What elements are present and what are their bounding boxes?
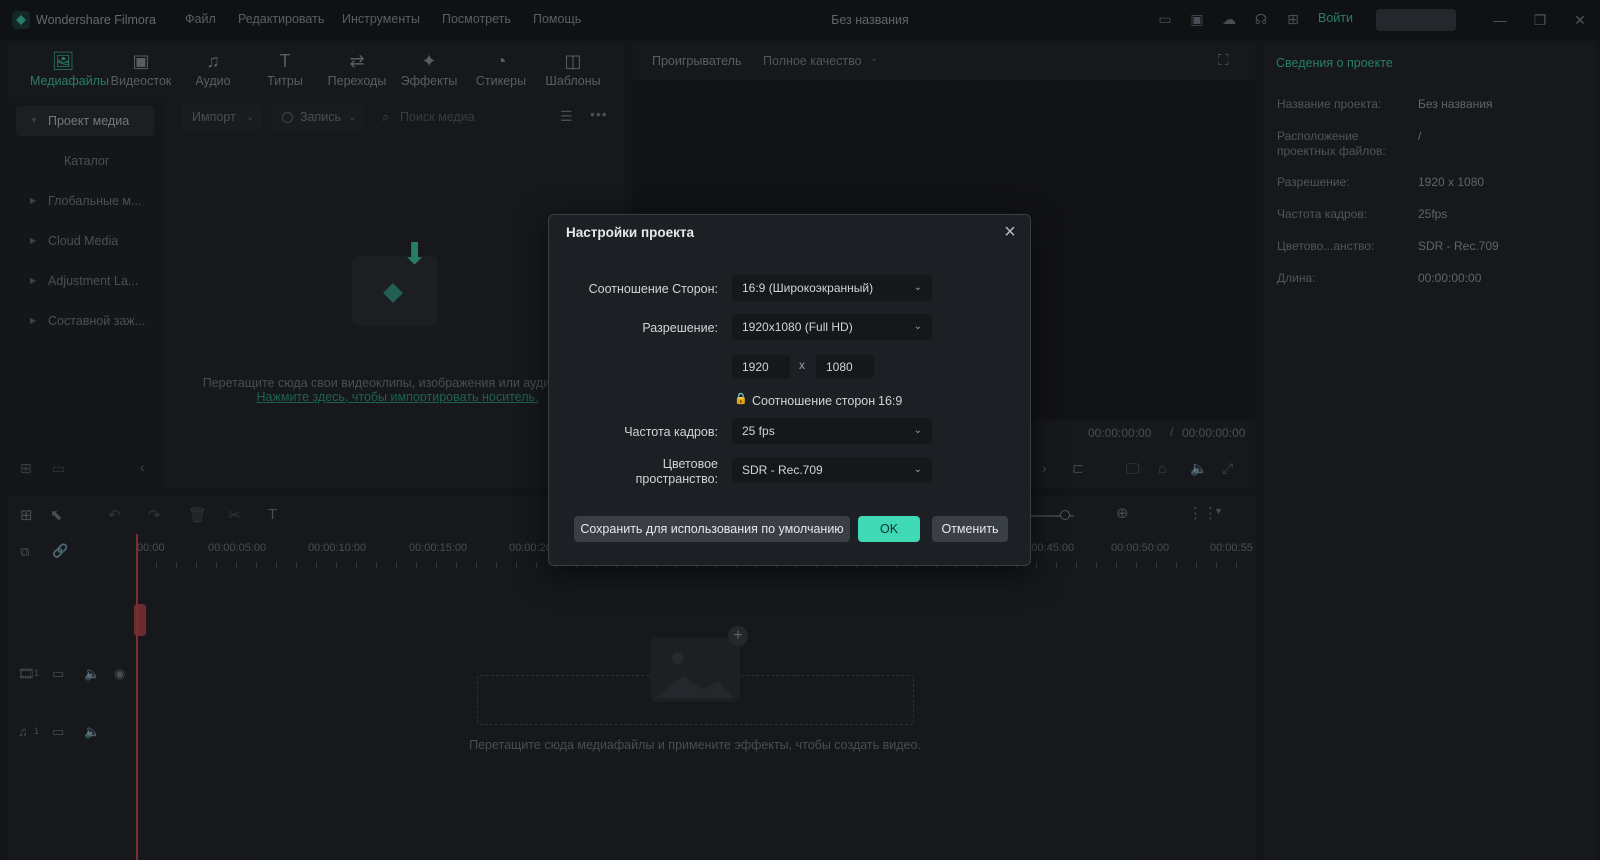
color-space-label-line2: пространство: bbox=[635, 472, 718, 486]
aspect-ratio-select[interactable]: 16:9 (Широкоэкранный) ⌄ bbox=[732, 275, 932, 301]
chevron-down-icon: ⌄ bbox=[913, 425, 922, 436]
resolution-width-field[interactable]: 1920 bbox=[732, 355, 790, 379]
color-space-label: Цветовое пространство: bbox=[560, 457, 718, 487]
save-as-default-button[interactable]: Сохранить для использования по умолчанию bbox=[574, 516, 850, 542]
close-icon[interactable]: × bbox=[1001, 222, 1019, 242]
project-settings-dialog bbox=[548, 214, 1031, 566]
ratio-lock-value: 16:9 bbox=[878, 394, 903, 408]
frame-rate-select[interactable]: 25 fps ⌄ bbox=[732, 418, 932, 444]
resolution-label: Разрешение: bbox=[642, 321, 718, 335]
resolution-times: x bbox=[799, 358, 805, 372]
ok-button[interactable]: OK bbox=[858, 516, 920, 542]
chevron-down-icon: ⌄ bbox=[913, 282, 922, 293]
resolution-select[interactable]: 1920x1080 (Full HD) ⌄ bbox=[732, 314, 932, 340]
frame-rate-label: Частота кадров: bbox=[624, 425, 718, 439]
lock-icon[interactable]: 🔒 bbox=[734, 392, 748, 405]
resolution-height-field[interactable]: 1080 bbox=[816, 355, 874, 379]
resolution-value: 1920x1080 (Full HD) bbox=[742, 320, 853, 334]
color-space-label-line1: Цветовое bbox=[662, 457, 718, 471]
color-space-value: SDR - Rec.709 bbox=[742, 463, 823, 477]
color-space-select[interactable]: SDR - Rec.709 ⌄ bbox=[732, 457, 932, 483]
frame-rate-value: 25 fps bbox=[742, 424, 775, 438]
ratio-lock-label: Соотношение сторон bbox=[752, 394, 876, 408]
chevron-down-icon: ⌄ bbox=[913, 321, 922, 332]
aspect-ratio-value: 16:9 (Широкоэкранный) bbox=[742, 281, 874, 295]
cancel-button[interactable]: Отменить bbox=[932, 516, 1008, 542]
aspect-ratio-label: Соотношение Сторон: bbox=[588, 282, 718, 296]
chevron-down-icon: ⌄ bbox=[913, 464, 922, 475]
dialog-title: Настройки проекта bbox=[566, 225, 695, 240]
